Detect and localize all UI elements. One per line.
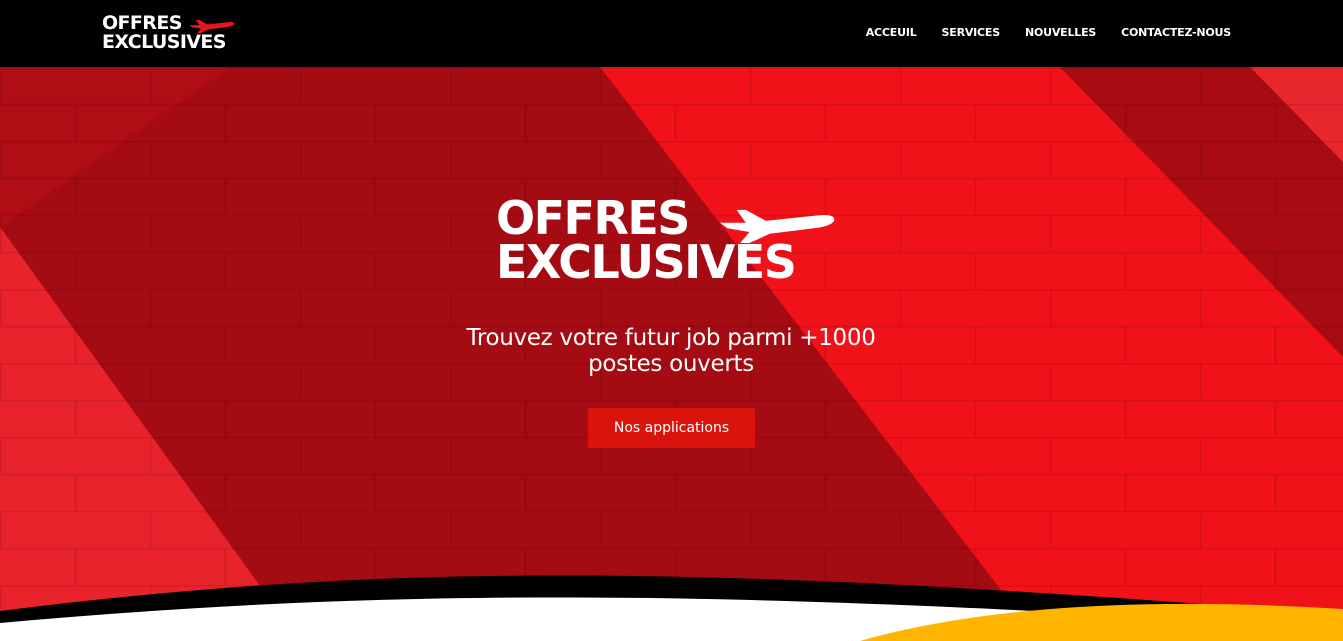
nav-link-services[interactable]: SERVICES [942, 26, 1001, 40]
hero-logo-text-line2: EXCLUSIVES [496, 235, 797, 289]
logo-text-line2: EXCLUSIVES [102, 31, 226, 53]
nav-link-accueil[interactable]: ACCEUIL [866, 26, 917, 40]
airplane-icon [720, 209, 835, 243]
hero-logo: OFFRES EXCLUSIVES [496, 193, 856, 289]
nav-link-nouvelles[interactable]: NOUVELLES [1025, 26, 1096, 40]
hero-section: OFFRES EXCLUSIVES Trouvez votre futur jo… [0, 67, 1343, 641]
main-nav: ACCEUIL SERVICES NOUVELLES CONTACTEZ-NOU… [866, 26, 1231, 40]
page: OFFRES EXCLUSIVES ACCEUIL SERVICES NOUVE… [0, 0, 1343, 641]
hero-tagline: Trouvez votre futur job parmi +1000 post… [421, 325, 921, 377]
hero-tagline-line1: Trouvez votre futur job parmi +1000 [466, 325, 876, 351]
site-logo[interactable]: OFFRES EXCLUSIVES [102, 12, 242, 54]
hero-bottom-wave [0, 575, 1343, 641]
hero-tagline-line2: postes ouverts [588, 351, 754, 377]
site-header: OFFRES EXCLUSIVES ACCEUIL SERVICES NOUVE… [0, 0, 1343, 67]
nos-applications-button[interactable]: Nos applications [588, 408, 755, 448]
nav-link-contact[interactable]: CONTACTEZ-NOUS [1121, 26, 1231, 40]
airplane-icon [189, 20, 235, 33]
